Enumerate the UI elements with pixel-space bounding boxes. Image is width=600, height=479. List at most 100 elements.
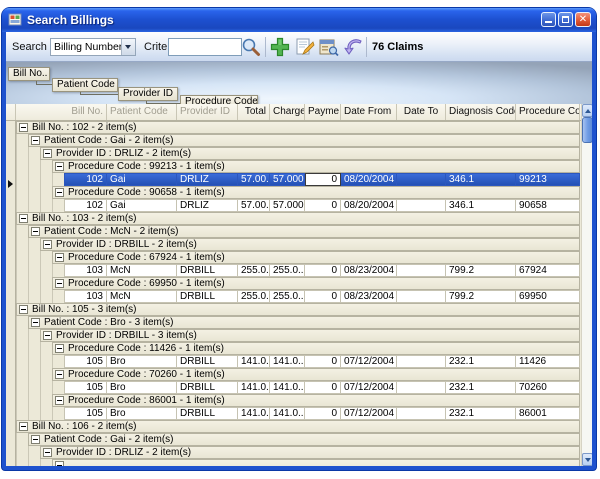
collapse-icon[interactable] <box>31 435 40 444</box>
grid-cell[interactable]: 105 <box>64 407 107 420</box>
grid-cell[interactable]: 255.0... <box>238 264 270 277</box>
minimize-button[interactable] <box>541 12 556 27</box>
grid-cell[interactable]: 0 <box>305 381 341 394</box>
grid-cell[interactable]: DRLIZ <box>177 199 238 212</box>
group-row[interactable]: Provider ID : DRBILL - 3 item(s) <box>40 329 580 342</box>
grid-cell[interactable]: 141.0... <box>270 407 305 420</box>
collapse-icon[interactable] <box>55 461 64 466</box>
group-row[interactable]: Procedure Code : 67924 - 1 item(s) <box>52 251 580 264</box>
data-row[interactable]: 105BroDRBILL141.0...141.0...007/12/20042… <box>6 381 580 394</box>
grid-cell[interactable]: 57.0000 <box>270 199 305 212</box>
group-by-box[interactable]: Provider ID <box>118 87 178 101</box>
grid-cell[interactable]: 57.0000 <box>270 173 305 186</box>
maximize-button[interactable] <box>558 12 573 27</box>
data-row[interactable]: 105BroDRBILL141.0...141.0...007/12/20042… <box>6 355 580 368</box>
collapse-icon[interactable] <box>43 149 52 158</box>
group-by-box[interactable]: Bill No.. <box>8 67 50 81</box>
grid-cell[interactable]: 57.00... <box>238 199 270 212</box>
grid-cell[interactable]: 232.1 <box>446 381 516 394</box>
edit-icon[interactable] <box>294 36 316 58</box>
grid-cell[interactable]: 102 <box>64 199 107 212</box>
column-header-diagnosis-code[interactable]: Diagnosis Code <box>446 104 516 120</box>
grid-cell[interactable]: 346.1 <box>446 199 516 212</box>
group-row[interactable]: Bill No. : 106 - 2 item(s) <box>16 420 580 433</box>
group-row[interactable]: Procedure Code : 86001 - 1 item(s) <box>52 394 580 407</box>
grid-cell[interactable] <box>397 355 446 368</box>
group-row[interactable]: Bill No. : 102 - 2 item(s) <box>16 121 580 134</box>
grid-cell[interactable]: 799.2 <box>446 264 516 277</box>
group-by-panel[interactable]: Bill No..Patient CodeProvider IDProcedur… <box>6 62 592 104</box>
add-icon[interactable] <box>269 36 291 58</box>
scrollbar-thumb[interactable] <box>582 117 592 143</box>
grid-cell[interactable]: 103 <box>64 290 107 303</box>
grid-cell[interactable]: DRBILL <box>177 407 238 420</box>
column-header-bill-no-[interactable]: Bill No. <box>16 104 107 120</box>
grid-cell[interactable]: 0 <box>305 290 341 303</box>
grid-cell[interactable]: 0 <box>305 407 341 420</box>
grid-cell[interactable]: McN <box>107 264 177 277</box>
column-header-total[interactable]: Total <box>238 104 270 120</box>
collapse-icon[interactable] <box>31 136 40 145</box>
collapse-icon[interactable] <box>55 279 64 288</box>
scroll-down-button[interactable] <box>582 453 592 466</box>
group-row[interactable]: Patient Code : McN - 2 item(s) <box>28 225 580 238</box>
collapse-icon[interactable] <box>55 344 64 353</box>
group-row[interactable]: Provider ID : DRBILL - 2 item(s) <box>40 238 580 251</box>
grid-cell[interactable]: 08/20/2004 <box>341 173 397 186</box>
grid-cell[interactable]: 11426 <box>516 355 580 368</box>
grid-cell[interactable]: 08/23/2004 <box>341 290 397 303</box>
collapse-icon[interactable] <box>55 162 64 171</box>
grid-cell[interactable]: 08/20/2004 <box>341 199 397 212</box>
group-row[interactable]: Procedure Code : 90658 - 1 item(s) <box>52 186 580 199</box>
grid-cell[interactable]: 141.0... <box>238 355 270 368</box>
report-lookup-icon[interactable] <box>318 36 340 58</box>
grid-cell[interactable]: 255.0... <box>238 290 270 303</box>
grid-cell[interactable]: 08/23/2004 <box>341 264 397 277</box>
grid-cell[interactable]: 70260 <box>516 381 580 394</box>
grid-cell[interactable]: 0 <box>305 173 341 186</box>
collapse-icon[interactable] <box>19 422 28 431</box>
group-row[interactable]: Procedure Code : 99213 - 1 item(s) <box>52 160 580 173</box>
grid-cell[interactable] <box>397 381 446 394</box>
data-row[interactable]: 103McNDRBILL255.0...255.0...008/23/20047… <box>6 264 580 277</box>
search-by-select[interactable]: Billing Number <box>50 38 136 56</box>
grid-cell[interactable]: 105 <box>64 355 107 368</box>
group-row[interactable]: Patient Code : Gai - 2 item(s) <box>28 433 580 446</box>
collapse-icon[interactable] <box>55 396 64 405</box>
grid-cell[interactable]: 67924 <box>516 264 580 277</box>
grid-cell[interactable]: Gai <box>107 173 177 186</box>
collapse-icon[interactable] <box>19 305 28 314</box>
grid-cell[interactable]: 0 <box>305 264 341 277</box>
collapse-icon[interactable] <box>43 448 52 457</box>
column-header-payme-[interactable]: Payme... <box>305 104 341 120</box>
grid-cell[interactable]: Bro <box>107 407 177 420</box>
grid-cell[interactable]: 255.0... <box>270 264 305 277</box>
grid-cell[interactable]: DRBILL <box>177 264 238 277</box>
grid-cell[interactable]: 07/12/2004 <box>341 381 397 394</box>
collapse-icon[interactable] <box>31 318 40 327</box>
grid-cell[interactable]: 86001 <box>516 407 580 420</box>
grid-cell[interactable]: Bro <box>107 381 177 394</box>
collapse-icon[interactable] <box>43 331 52 340</box>
grid-cell[interactable]: 141.0... <box>238 407 270 420</box>
column-header-patient-code[interactable]: Patient Code <box>107 104 177 120</box>
group-row[interactable]: Bill No. : 103 - 2 item(s) <box>16 212 580 225</box>
collapse-icon[interactable] <box>55 188 64 197</box>
criteria-input[interactable] <box>168 38 242 56</box>
refresh-swoosh-icon[interactable] <box>342 36 364 58</box>
group-row[interactable]: Bill No. : 105 - 3 item(s) <box>16 303 580 316</box>
column-header-date-to[interactable]: Date To <box>397 104 446 120</box>
column-header-charges[interactable]: Charges <box>270 104 305 120</box>
grid-cell[interactable]: DRBILL <box>177 355 238 368</box>
chevron-down-icon[interactable] <box>121 39 135 55</box>
grid-cell[interactable]: 57.00... <box>238 173 270 186</box>
grid-cell[interactable]: 69950 <box>516 290 580 303</box>
grid-cell[interactable] <box>397 264 446 277</box>
close-button[interactable]: ✕ <box>575 12 591 27</box>
group-row[interactable]: Patient Code : Bro - 3 item(s) <box>28 316 580 329</box>
grid-cell[interactable]: 255.0... <box>270 290 305 303</box>
grid-cell[interactable]: 90658 <box>516 199 580 212</box>
group-row[interactable]: Patient Code : Gai - 2 item(s) <box>28 134 580 147</box>
grid-cell[interactable]: 0 <box>305 355 341 368</box>
group-row[interactable]: Procedure Code : 69950 - 1 item(s) <box>52 277 580 290</box>
